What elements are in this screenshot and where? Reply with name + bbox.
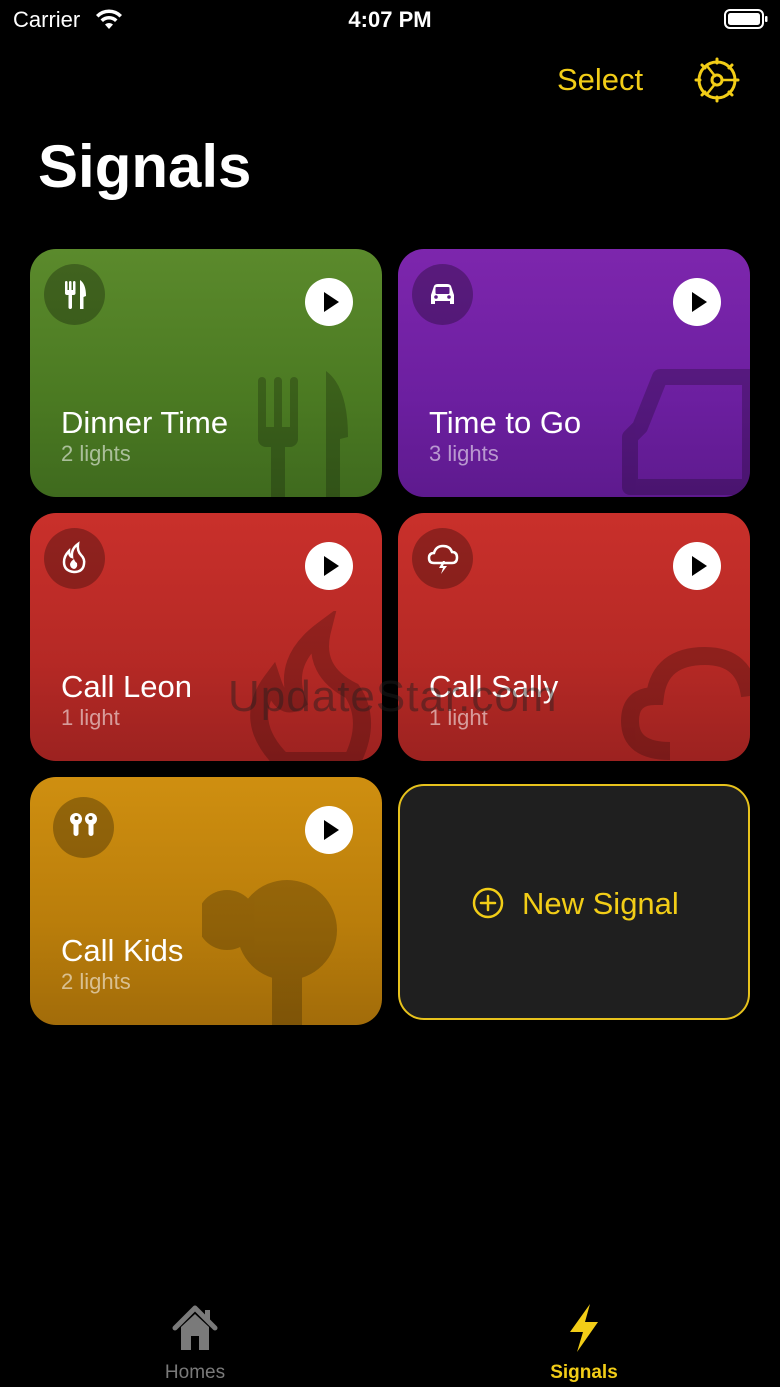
play-icon [692,292,707,312]
tab-signals[interactable]: Signals [514,1300,654,1384]
earbuds-watermark-icon [202,880,337,1025]
signal-card-call-sally[interactable]: Call Sally 1 light [398,513,750,761]
signal-name: Dinner Time [61,405,229,440]
earbuds-icon [70,813,97,836]
signal-lights-count: 1 light [61,705,120,730]
signal-name: Call Leon [61,669,192,704]
cloud-watermark-icon [620,646,750,760]
bolt-icon [570,1304,598,1352]
signal-name: Call Kids [61,933,184,968]
signal-lights-count: 2 lights [61,441,131,466]
gear-icon[interactable] [694,57,740,103]
signal-card-call-leon[interactable]: Call Leon 1 light [30,513,382,761]
fork-knife-watermark-icon [258,371,348,497]
select-button[interactable]: Select [557,62,643,98]
signal-lights-count: 3 lights [429,441,499,466]
signal-badge [412,264,473,325]
car-watermark-icon [622,369,750,495]
play-button[interactable] [305,806,353,854]
flame-icon [62,541,86,574]
fork-knife-icon [65,280,86,309]
signal-card-call-kids[interactable]: Call Kids 2 lights [30,777,382,1025]
play-button[interactable] [305,542,353,590]
signal-badge [44,528,105,589]
house-icon [172,1305,218,1350]
battery-icon [724,9,768,29]
signal-lights-count: 2 lights [61,969,131,994]
signal-card-dinner-time[interactable]: Dinner Time 2 lights [30,249,382,497]
watermark: UpdateStar.com [228,672,558,721]
plus-circle-icon [472,887,504,919]
page-title: Signals [38,133,252,200]
signal-card-time-to-go[interactable]: Time to Go 3 lights [398,249,750,497]
play-icon [692,556,707,576]
new-signal-label: New Signal [522,886,679,921]
signal-badge [412,528,473,589]
play-button[interactable] [673,542,721,590]
new-signal-button[interactable]: New Signal [398,784,750,1020]
signal-badge [44,264,105,325]
tab-homes[interactable]: Homes [125,1300,265,1384]
clock: 4:07 PM [348,7,432,32]
tab-label: Signals [550,1362,618,1383]
tab-label: Homes [164,1362,226,1383]
signal-badge [53,797,114,858]
play-icon [324,820,339,840]
cloud-bolt-icon [427,544,459,574]
play-icon [324,556,339,576]
status-bar: Carrier 4:07 PM [0,0,780,40]
play-icon [324,292,339,312]
play-button[interactable] [673,278,721,326]
signal-name: Time to Go [429,405,582,440]
play-button[interactable] [305,278,353,326]
car-icon [431,284,454,304]
